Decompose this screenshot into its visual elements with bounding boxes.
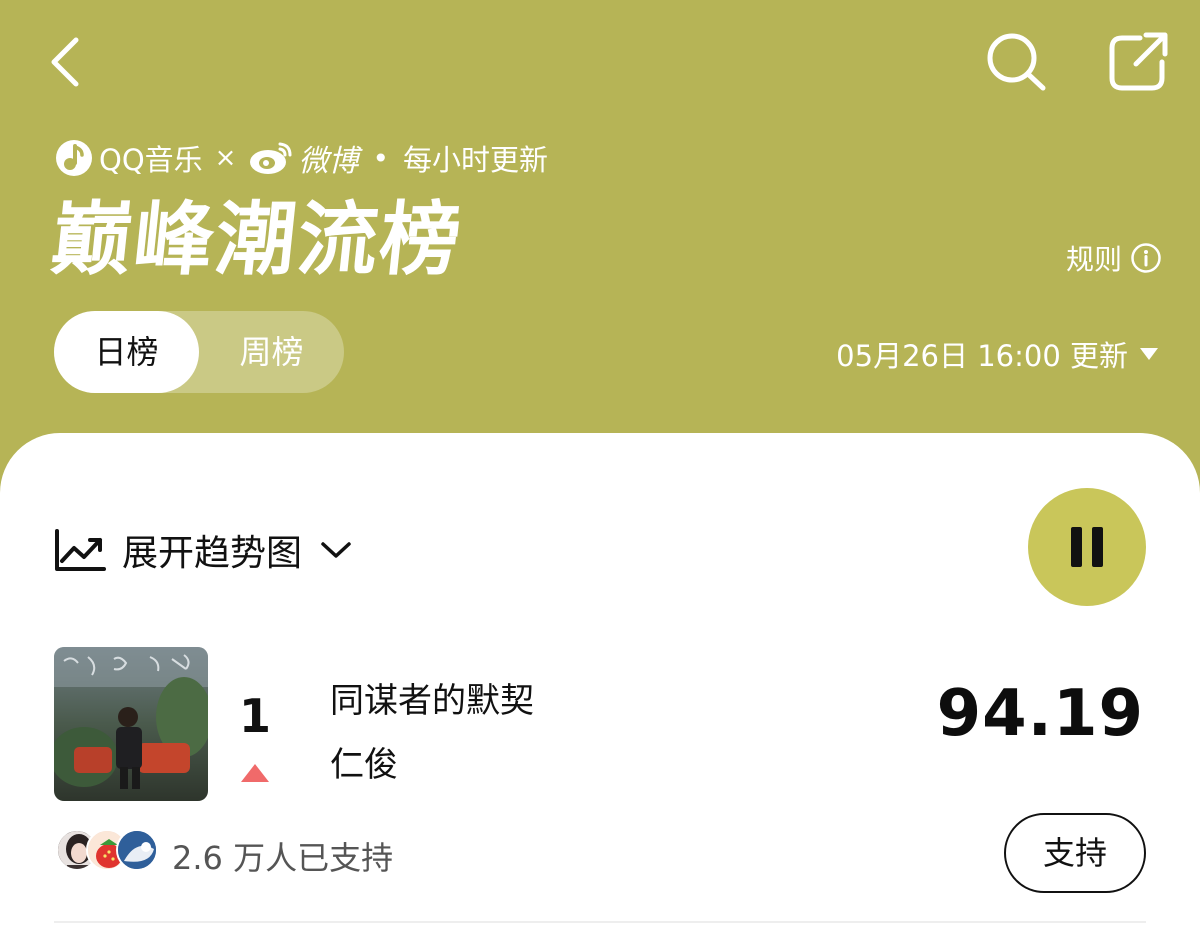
share-button[interactable]	[1106, 30, 1172, 94]
song-artist: 仁俊	[330, 745, 398, 785]
page-title: 巅峰潮流榜	[47, 193, 467, 286]
brand-partner1: QQ音乐	[99, 143, 203, 177]
qq-music-logo-icon	[56, 140, 92, 176]
tab-weekly[interactable]: 周榜	[199, 311, 344, 393]
chevron-left-icon	[51, 37, 79, 87]
supporter-count: 2.6 万人已支持	[172, 839, 394, 877]
info-icon	[1131, 243, 1161, 273]
search-icon	[987, 33, 1046, 91]
song-row[interactable]: 1 同谋者的默契 仁俊 94.19	[0, 645, 1200, 805]
brand-partner2: 微博	[298, 144, 359, 179]
expand-trend-chart-button[interactable]: 展开趋势图	[54, 525, 352, 575]
share-icon	[1109, 32, 1168, 91]
rank-up-icon	[241, 764, 269, 782]
chart-header: QQ音乐 × 微博 • 每小时更新 巅峰潮流榜 规则 日榜 周榜 05月26日 …	[0, 0, 1200, 470]
search-button[interactable]	[983, 30, 1049, 94]
update-time-selector[interactable]: 05月26日 16:00 更新	[836, 332, 1160, 376]
chevron-down-icon	[321, 542, 351, 558]
divider	[54, 921, 1146, 923]
song-score: 94.19	[936, 677, 1144, 751]
brand-dot: •	[372, 141, 389, 175]
trend-chart-label: 展开趋势图	[122, 533, 303, 574]
supporter-avatars	[56, 829, 160, 873]
avatar	[116, 829, 158, 871]
rules-link[interactable]: 规则	[1066, 238, 1162, 278]
tab-daily[interactable]: 日榜	[54, 311, 199, 393]
brand-row: QQ音乐 × 微博 • 每小时更新	[55, 136, 548, 180]
update-time-label: 05月26日 16:00 更新	[836, 339, 1128, 373]
album-cover[interactable]	[54, 647, 208, 801]
trend-chart-icon	[55, 529, 106, 571]
pause-icon	[1071, 527, 1103, 567]
pause-button[interactable]	[1028, 488, 1146, 606]
support-row: 2.6 万人已支持 支持	[0, 813, 1200, 903]
back-button[interactable]	[40, 32, 92, 92]
chart-list-panel: 展开趋势图 1 同谋者的默契 仁俊 94.19 2.6 万人已支持 支持	[0, 433, 1200, 931]
song-title: 同谋者的默契	[330, 681, 534, 721]
rank-number: 1	[238, 689, 271, 743]
support-button[interactable]: 支持	[1004, 813, 1146, 893]
brand-separator: ×	[214, 143, 237, 173]
update-frequency: 每小时更新	[402, 143, 548, 177]
caret-down-icon	[1140, 348, 1158, 360]
weibo-logo-icon	[250, 142, 292, 174]
rules-label: 规则	[1065, 243, 1122, 276]
chart-period-tabs: 日榜 周榜	[54, 311, 344, 393]
